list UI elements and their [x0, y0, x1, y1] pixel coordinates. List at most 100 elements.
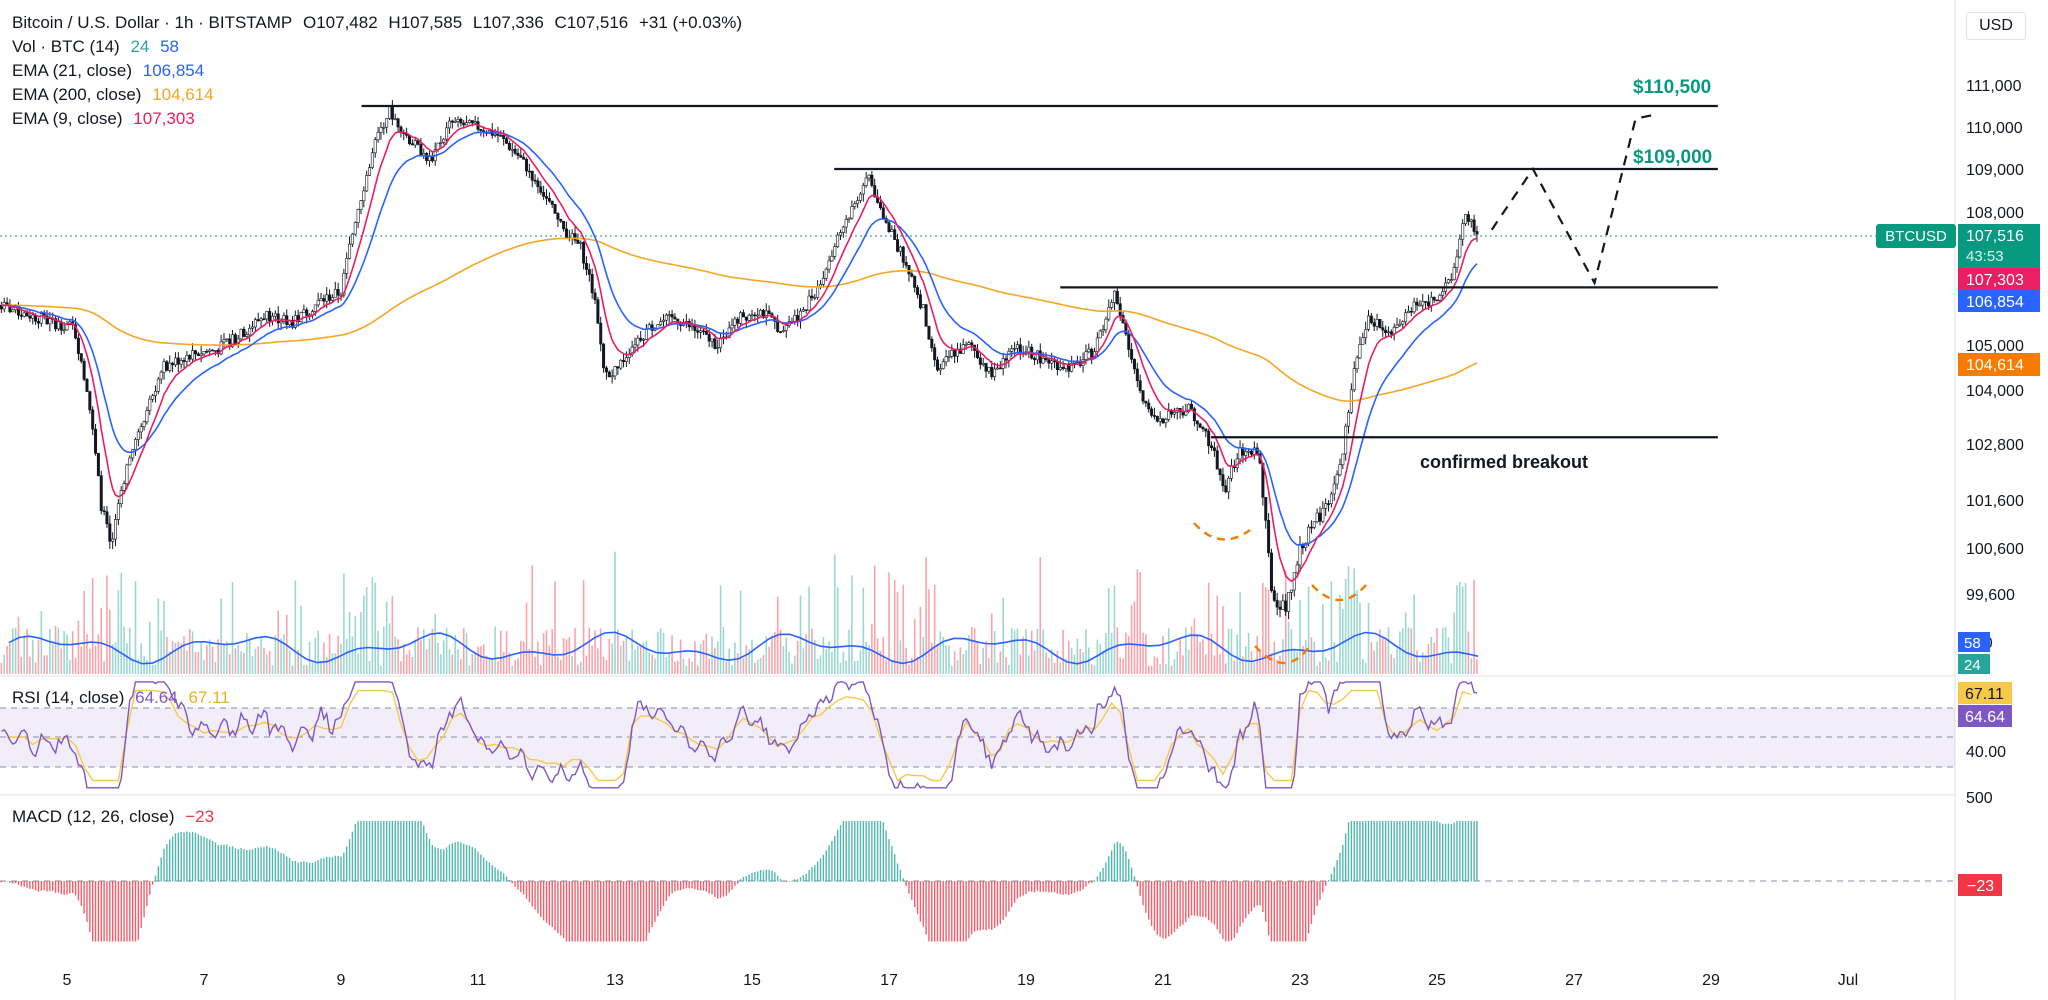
symbol-legend[interactable]: Bitcoin / U.S. Dollar · 1h · BITSTAMP O1… [12, 11, 748, 35]
macd-histogram-bar [888, 839, 890, 882]
macd-histogram-bar [928, 881, 930, 942]
volume-bar [497, 661, 499, 674]
macd-legend[interactable]: MACD (12, 26, close) −23 [12, 805, 220, 829]
candle-body [690, 325, 694, 328]
volume-bar [668, 652, 671, 674]
macd-histogram-bar [1187, 881, 1190, 919]
symbol-title[interactable]: Bitcoin / U.S. Dollar · 1h · BITSTAMP [12, 13, 292, 32]
volume-bar [1267, 589, 1270, 674]
volume-bar [1162, 635, 1164, 674]
candle-body [644, 328, 648, 340]
macd-histogram-bar [834, 835, 836, 882]
macd-histogram-bar [1342, 844, 1344, 882]
macd-histogram-bar [919, 881, 922, 922]
macd-histogram-bar [751, 872, 753, 882]
ema9-legend[interactable]: EMA (9, close) 107,303 [12, 107, 201, 131]
volume-bar [220, 598, 222, 674]
macd-histogram-bar [725, 881, 728, 896]
candle-body [1418, 304, 1422, 307]
macd-histogram-bar [306, 862, 308, 882]
currency-button[interactable]: USD [1966, 12, 2026, 40]
macd-histogram-bar [1276, 881, 1278, 942]
vol-legend[interactable]: Vol · BTC (14) 24 58 [12, 35, 185, 59]
candle-body [465, 122, 469, 126]
volume-bar [956, 660, 959, 674]
volume-bar [619, 645, 622, 674]
macd-histogram-bar [1193, 881, 1196, 916]
macd-histogram-bar [534, 881, 536, 910]
macd-histogram-bar [582, 881, 585, 942]
candle-body [978, 357, 982, 365]
macd-histogram-bar [959, 881, 962, 942]
volume-bar [143, 655, 145, 674]
volume-bar [1364, 662, 1367, 674]
macd-histogram-bar [0, 881, 3, 883]
vol-value-58: 58 [160, 37, 180, 56]
macd-histogram-bar [702, 881, 705, 891]
macd-histogram-bar [111, 881, 114, 942]
candle-body [1415, 301, 1419, 306]
candle-body [821, 278, 825, 285]
candle-body [584, 262, 588, 270]
macd-histogram-bar [1350, 821, 1353, 882]
macd-histogram-bar [1273, 881, 1276, 942]
svg-text:58: 58 [1964, 635, 1981, 652]
volume-bar [3, 654, 6, 674]
candle-body [202, 350, 206, 355]
candle-body [576, 239, 580, 244]
volume-bar [474, 653, 476, 674]
candle-body [1215, 450, 1219, 470]
macd-histogram-bar [1456, 821, 1458, 882]
volume-bar [74, 657, 77, 674]
macd-histogram-bar [671, 881, 673, 894]
candle-body [1247, 450, 1251, 453]
macd-histogram-bar [1256, 881, 1258, 906]
candle-body [1098, 330, 1102, 339]
candle-body [559, 219, 563, 222]
volume-bar [357, 653, 359, 674]
ema21-legend[interactable]: EMA (21, close) 106,854 [12, 59, 210, 83]
volume-bar [862, 587, 865, 674]
rsi-legend[interactable]: RSI (14, close) 64.64 67.11 [12, 686, 236, 710]
volume-bar [851, 575, 853, 674]
candle-body [445, 127, 449, 140]
candle-body [673, 316, 677, 320]
candle-body [1027, 346, 1031, 353]
volume-bar [1250, 651, 1253, 674]
candle-body [1284, 600, 1288, 612]
ema21-line [1, 131, 1478, 546]
price-tick-label: 99,600 [1966, 587, 2015, 604]
macd-histogram-bar [1013, 881, 1016, 903]
volume-bar [936, 643, 939, 674]
volume-bar [277, 610, 280, 674]
ema200-legend[interactable]: EMA (200, close) 104,614 [12, 83, 220, 107]
volume-bar [1381, 638, 1384, 674]
macd-histogram-bar [731, 881, 733, 890]
candle-body [199, 353, 203, 356]
chart[interactable]: 111,000 110,000 109,000 108,000 105,000 104,0… [0, 0, 2048, 1000]
macd-histogram-bar [1162, 881, 1164, 939]
volume-bar [534, 656, 536, 674]
volume-bar [1127, 636, 1130, 674]
volume-bar [1030, 630, 1033, 674]
candle-body [362, 190, 366, 202]
volume-bar [97, 634, 100, 674]
candle-body [836, 234, 840, 247]
macd-histogram-bar [1313, 881, 1315, 915]
candle-body [265, 311, 269, 320]
candle-body [1287, 591, 1291, 612]
macd-histogram-bar [1442, 823, 1444, 882]
candle-body [1295, 564, 1299, 574]
macd-histogram-bar [568, 881, 571, 942]
price-tick-label: 105,000 [1966, 338, 2024, 355]
candle-body [1130, 349, 1134, 360]
macd-histogram-bar [902, 878, 904, 882]
time-axis[interactable]: 5 7 9 11 13 15 17 19 21 23 25 27 29 Jul [63, 972, 1859, 989]
candle-body [162, 361, 166, 373]
candle-body [188, 355, 192, 360]
macd-histogram-bar [839, 825, 842, 882]
macd-histogram-bar [631, 881, 633, 942]
volume-bar [60, 648, 63, 674]
macd-histogram-bar [1333, 867, 1335, 882]
candle-body [613, 366, 617, 377]
